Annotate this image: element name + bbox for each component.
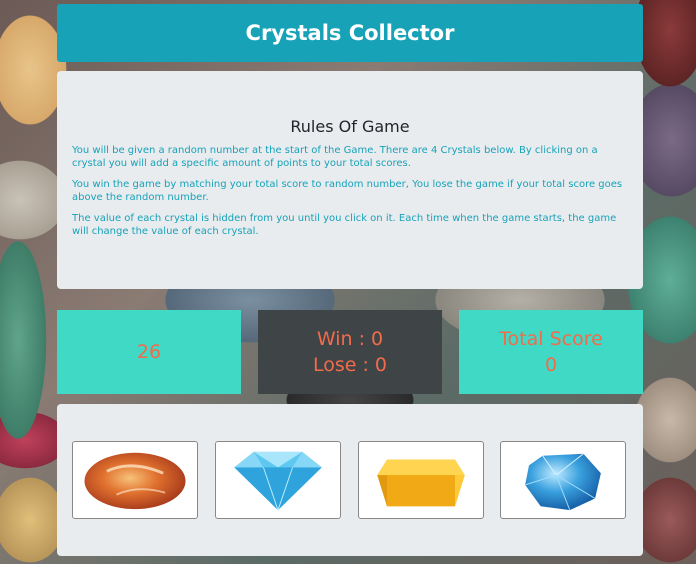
- rules-paragraph-1: You will be given a random number at the…: [72, 145, 598, 169]
- random-number-value: 26: [136, 341, 162, 363]
- rules-heading: Rules Of Game: [290, 117, 410, 136]
- rules-paragraph-3: The value of each crystal is hidden from…: [72, 213, 617, 237]
- blue-diamond-crystal-icon: [234, 451, 322, 512]
- orange-agate-crystal-icon: [84, 452, 186, 510]
- crystal-button-3[interactable]: [358, 441, 484, 519]
- crystal-button-1[interactable]: [72, 441, 198, 519]
- yellow-hexagon-crystal-icon: [377, 459, 465, 507]
- aqua-round-crystal-icon: [524, 453, 601, 511]
- win-count: Win : 0: [316, 328, 384, 350]
- crystal-button-4[interactable]: [500, 441, 626, 519]
- crystals-panel: [57, 404, 643, 556]
- page-title: Crystals Collector: [245, 21, 455, 45]
- lose-count: Lose : 0: [312, 354, 388, 376]
- rules-paragraph-2: You win the game by matching your total …: [72, 179, 623, 203]
- crystal-button-2[interactable]: [215, 441, 341, 519]
- total-score-label: Total Score: [499, 328, 603, 350]
- total-score-box: Total Score 0: [459, 310, 643, 394]
- win-lose-box: Win : 0 Lose : 0: [258, 310, 442, 394]
- total-score-value: 0: [544, 354, 558, 376]
- rules-panel: Rules Of Game You will be given a random…: [57, 71, 643, 289]
- random-number-box: 26: [57, 310, 241, 394]
- page-header: Crystals Collector: [57, 4, 643, 62]
